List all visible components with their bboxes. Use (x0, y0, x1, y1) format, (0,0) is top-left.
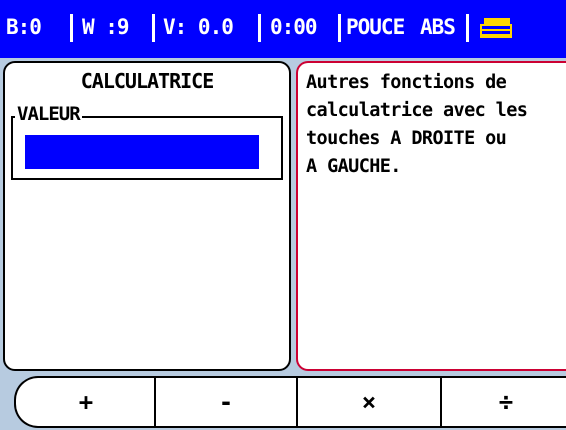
status-b: B:0 (6, 15, 42, 39)
status-divider (258, 14, 261, 42)
minus-softkey[interactable]: - (154, 376, 298, 428)
calculator-panel: CALCULATRICE VALEUR (3, 61, 291, 371)
value-input[interactable] (25, 135, 259, 169)
status-mode: ABS (420, 15, 456, 39)
status-divider (152, 14, 155, 42)
multiply-softkey[interactable]: × (296, 376, 442, 428)
value-label: VALEUR (15, 103, 82, 125)
status-divider (70, 14, 73, 42)
status-bar: B:0 W :9 V: 0.0 0:00 POUCE ABS (0, 0, 566, 58)
status-w: W :9 (82, 15, 130, 39)
status-v: V: 0.0 (163, 15, 234, 39)
plus-softkey[interactable]: + (14, 376, 156, 428)
help-panel: Autres fonctions de calculatrice avec le… (296, 61, 566, 371)
status-divider (466, 14, 469, 42)
divide-softkey[interactable]: ÷ (440, 376, 566, 428)
softkey-bar: + - × ÷ (0, 376, 566, 430)
panel-title: CALCULATRICE (80, 69, 215, 93)
status-divider (338, 14, 341, 42)
printer-icon (480, 18, 512, 38)
status-time: 0:00 (270, 15, 318, 39)
help-text: Autres fonctions de calculatrice avec le… (306, 72, 528, 177)
status-units: POUCE (346, 15, 405, 39)
